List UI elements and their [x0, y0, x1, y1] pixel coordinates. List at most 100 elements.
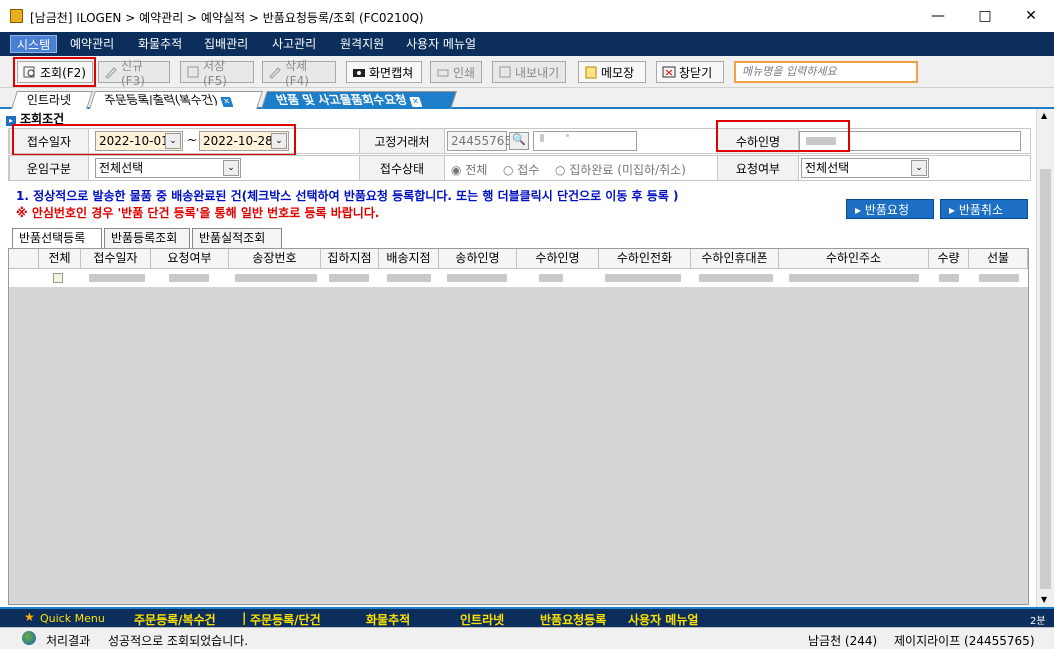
col-header[interactable]: 접수일자 — [81, 249, 151, 269]
menu-remote[interactable]: 원격지원 — [334, 35, 390, 53]
branch-info: 남금천 (244) — [808, 634, 878, 648]
menu-search-input[interactable]: 메뉴명을 입력하세요 — [734, 61, 918, 83]
notice-line-1: 1. 정상적으로 발송한 물품 중 배송완료된 건(체크박스 선택하여 반품요청… — [16, 189, 679, 203]
return-cancel-button[interactable]: ▸ 반품취소 — [940, 199, 1028, 219]
menu-reservation[interactable]: 예약관리 — [64, 35, 120, 53]
result-text: 성공적으로 조회되었습니다. — [108, 634, 249, 648]
request-select[interactable]: 전체선택 ⌄ — [801, 158, 929, 178]
col-header[interactable]: 수량 — [929, 249, 969, 269]
print-label: 인쇄 — [453, 65, 476, 80]
save-label: 저장(F5) — [203, 58, 227, 88]
masked-text — [540, 134, 544, 142]
subtab-return-select[interactable]: 반품선택등록 — [12, 228, 102, 248]
col-header[interactable]: 선불 — [969, 249, 1028, 269]
chevron-down-icon[interactable]: ⌄ — [223, 160, 239, 176]
fixed-client-search-button[interactable]: 🔍 — [509, 132, 529, 150]
return-request-button[interactable]: ▸ 반품요청 — [846, 199, 934, 219]
col-header[interactable]: 수하인전화 — [599, 249, 691, 269]
minimize-button[interactable]: — — [915, 0, 961, 32]
status-radio-picked[interactable]: ○ 집하완료 (미집하/취소) — [555, 161, 686, 178]
scroll-up-arrow[interactable]: ▲ — [1041, 111, 1047, 120]
masked-text — [169, 274, 209, 282]
col-header[interactable]: 배송지점 — [379, 249, 439, 269]
menu-bar: 시스템 예약관리 화물추적 집배관리 사고관리 원격지원 사용자 메뉴얼 — [0, 32, 1054, 56]
search-button[interactable]: 조회(F2) — [17, 61, 93, 83]
masked-text — [387, 274, 431, 282]
col-header[interactable]: 수하인명 — [517, 249, 599, 269]
col-header[interactable]: 수하인주소 — [779, 249, 929, 269]
save-button[interactable]: 저장(F5) — [180, 59, 254, 88]
menu-delivery[interactable]: 집배관리 — [198, 35, 254, 53]
row-header-corner — [9, 249, 39, 269]
app-icon — [10, 9, 23, 23]
return-cancel-label: 반품취소 — [958, 203, 1004, 217]
close-tab-button[interactable]: 창닫기 — [656, 61, 724, 83]
new-button[interactable]: 신규(F3) — [98, 59, 170, 88]
tab-order-multi[interactable]: 주문등록/출력(복수건) ✕ — [89, 91, 263, 109]
fare-type-select[interactable]: 전체선택 ⌄ — [95, 158, 241, 178]
menu-user-manual[interactable]: 사용자 메뉴얼 — [400, 35, 482, 53]
delete-button[interactable]: 삭제(F4) — [262, 59, 336, 88]
radio-label: 전체 — [465, 163, 488, 177]
menu-system[interactable]: 시스템 — [10, 35, 58, 53]
export-icon — [498, 65, 512, 79]
masked-text — [699, 274, 773, 282]
save-icon — [186, 65, 200, 79]
masked-text — [566, 134, 569, 137]
vertical-scrollbar[interactable]: ▲ ▼ — [1036, 109, 1054, 607]
camera-icon — [352, 65, 366, 79]
chevron-down-icon[interactable]: ⌄ — [911, 160, 927, 176]
tab-return-request[interactable]: 반품 및 사고물품회수요청 ✕ — [261, 91, 457, 109]
quick-item-user-manual[interactable]: 사용자 메뉴얼 — [628, 611, 698, 628]
star-icon: ★ — [24, 610, 35, 624]
masked-text — [329, 274, 369, 282]
new-icon — [104, 65, 118, 79]
subtab-return-stats[interactable]: 반품실적조회 — [192, 228, 282, 248]
memo-button[interactable]: 메모장 — [578, 61, 646, 83]
quick-page: 2분 — [1030, 616, 1046, 627]
quick-item-return-request[interactable]: 반품요청등록 — [540, 611, 606, 628]
delete-label: 삭제(F4) — [285, 58, 309, 88]
capture-button[interactable]: 화면캡쳐 — [346, 61, 422, 83]
memo-icon — [584, 65, 598, 79]
window-close-icon — [662, 65, 676, 79]
status-radio-all[interactable]: ◉ 전체 — [451, 161, 487, 178]
date-highlight — [12, 124, 296, 156]
menu-tracking[interactable]: 화물추적 — [132, 35, 188, 53]
globe-icon — [22, 631, 36, 645]
col-header[interactable]: 송하인명 — [439, 249, 517, 269]
request-label: 요청여부 — [717, 156, 799, 180]
fare-type-label: 운임구분 — [9, 156, 89, 180]
notice-line-2: ※ 안심번호인 경우 '반품 단건 등록'을 통해 일반 번호로 등록 바랍니다… — [16, 206, 380, 220]
data-grid: 전체 접수일자 요청여부 송장번호 집하지점 배송지점 송하인명 수하인명 수하… — [8, 248, 1029, 605]
col-header[interactable]: 요청여부 — [151, 249, 229, 269]
col-header[interactable]: 송장번호 — [229, 249, 321, 269]
quick-item-intranet[interactable]: 인트라넷 — [460, 611, 504, 628]
quick-sep: | — [242, 611, 247, 625]
quick-item-tracking[interactable]: 화물추적 — [366, 611, 410, 628]
quick-item-order-multi[interactable]: 주문등록/복수건 — [134, 611, 216, 628]
masked-text — [89, 274, 145, 282]
maximize-button[interactable]: □ — [962, 0, 1008, 32]
close-icon[interactable]: ✕ — [219, 97, 234, 107]
fixed-client-input[interactable]: 24455765 — [447, 131, 512, 151]
return-request-label: 반품요청 — [864, 203, 910, 217]
table-row[interactable] — [9, 269, 1028, 287]
status-radio-received[interactable]: ○ 접수 — [503, 161, 539, 178]
print-button[interactable]: 인쇄 — [430, 61, 482, 83]
scroll-down-arrow[interactable]: ▼ — [1041, 595, 1047, 604]
col-header[interactable]: 수하인휴대폰 — [691, 249, 779, 269]
close-window-button[interactable]: ✕ — [1008, 0, 1054, 32]
scroll-thumb[interactable] — [1040, 169, 1051, 589]
menu-accident[interactable]: 사고관리 — [266, 35, 322, 53]
row-checkbox[interactable] — [53, 273, 63, 283]
export-button[interactable]: 내보내기 — [492, 61, 566, 83]
subtab-return-list[interactable]: 반품등록조회 — [104, 228, 190, 248]
quick-item-order-single[interactable]: 주문등록/단건 — [250, 611, 321, 628]
fixed-client-label: 고정거래처 — [359, 129, 445, 153]
col-header[interactable]: 집하지점 — [321, 249, 379, 269]
col-header[interactable]: 전체 — [39, 249, 81, 269]
tab-intranet[interactable]: 인트라넷 — [11, 91, 93, 109]
radio-label: 접수 — [517, 163, 540, 177]
close-icon[interactable]: ✕ — [409, 97, 423, 107]
